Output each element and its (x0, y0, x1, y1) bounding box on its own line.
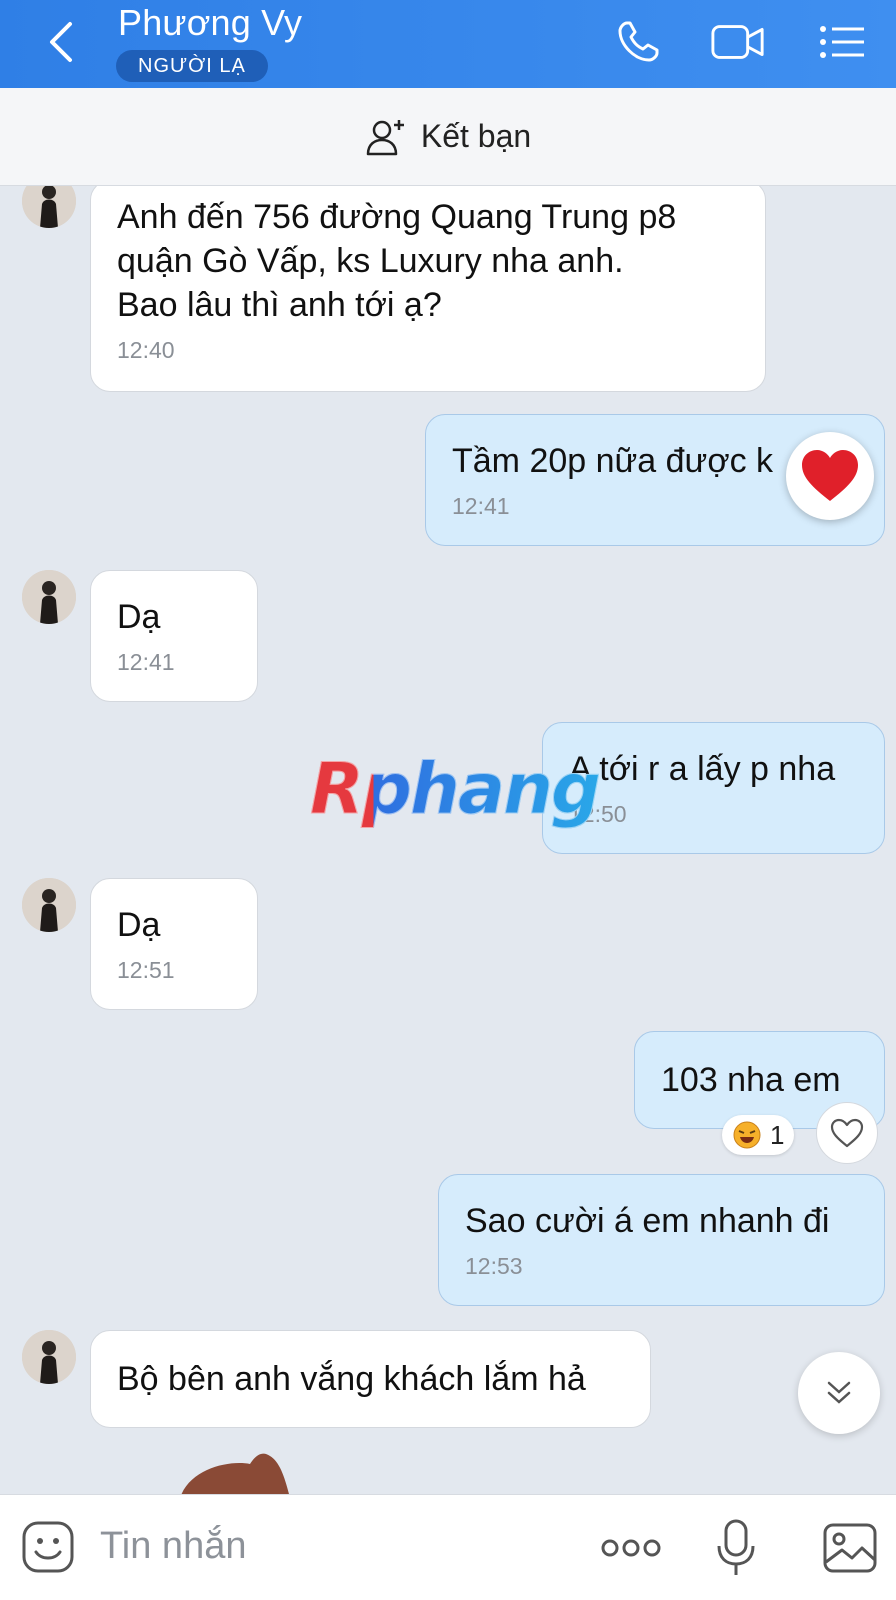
add-friend-icon (366, 119, 404, 155)
message-list[interactable]: Anh đến 756 đường Quang Trung p8 quận Gò… (0, 186, 896, 1494)
image-icon (823, 1523, 877, 1573)
message-text: Anh đến 756 đường Quang Trung p8 quận Gò… (117, 198, 677, 324)
message-time: 12:53 (465, 1253, 523, 1279)
back-button[interactable] (40, 18, 80, 66)
laughing-emoji-icon (733, 1121, 761, 1149)
composer-bar (0, 1494, 896, 1600)
like-heart-icon (830, 1118, 864, 1148)
sticker-partial (170, 1448, 300, 1494)
message-bubble[interactable]: Anh đến 756 đường Quang Trung p8 quận Gò… (90, 186, 766, 392)
message-text: Dạ (117, 906, 161, 944)
chat-header: Phương Vy NGƯỜI LẠ (0, 0, 896, 88)
sticker-button[interactable] (20, 1519, 76, 1575)
sticker-icon (22, 1521, 74, 1573)
like-button[interactable] (816, 1102, 878, 1164)
message-bubble[interactable]: Dạ 12:51 (90, 878, 258, 1010)
heart-icon (802, 450, 858, 501)
scroll-to-bottom-button[interactable] (798, 1352, 880, 1434)
message-bubble[interactable]: Bộ bên anh vắng khách lắm hả (90, 1330, 651, 1428)
message-text: 103 nha em (661, 1061, 841, 1099)
avatar[interactable] (22, 878, 76, 932)
phone-icon (618, 21, 659, 62)
message-text: Bộ bên anh vắng khách lắm hả (117, 1360, 586, 1398)
watermark: Rphang (309, 748, 601, 831)
message-bubble[interactable]: Dạ 12:41 (90, 570, 258, 702)
scroll-down-icon (827, 1381, 851, 1404)
message-text: A tới r a lấy p nha (569, 750, 836, 788)
video-call-button[interactable] (710, 16, 766, 68)
message-input[interactable] (100, 1525, 560, 1568)
message-time: 12:51 (117, 957, 175, 983)
message-bubble[interactable]: Sao cười á em nhanh đi 12:53 (438, 1174, 885, 1306)
message-time: 12:41 (117, 649, 175, 675)
message-text: Sao cười á em nhanh đi (465, 1202, 830, 1240)
microphone-icon (717, 1519, 755, 1575)
avatar[interactable] (22, 570, 76, 624)
contact-name[interactable]: Phương Vy (118, 2, 302, 44)
image-button[interactable] (822, 1521, 878, 1575)
video-call-icon (711, 25, 764, 59)
reaction-summary[interactable]: 1 (722, 1115, 795, 1155)
avatar[interactable] (22, 1330, 76, 1384)
menu-list-icon (820, 26, 864, 58)
message-time: 12:40 (117, 337, 175, 363)
voice-button[interactable] (714, 1517, 758, 1579)
more-button[interactable] (600, 1533, 662, 1563)
message-time: 12:50 (569, 801, 858, 828)
reaction-count: 1 (770, 1119, 785, 1150)
more-icon (601, 1539, 661, 1557)
add-friend-bar[interactable]: Kết bạn (0, 88, 896, 186)
stranger-badge: NGƯỜI LẠ (116, 50, 268, 82)
add-friend-label: Kết bạn (420, 118, 532, 154)
menu-button[interactable] (814, 16, 870, 68)
message-text: Dạ (117, 598, 161, 636)
avatar[interactable] (22, 186, 76, 228)
call-button[interactable] (610, 16, 666, 68)
heart-reaction[interactable] (786, 432, 874, 520)
back-icon (50, 22, 72, 62)
